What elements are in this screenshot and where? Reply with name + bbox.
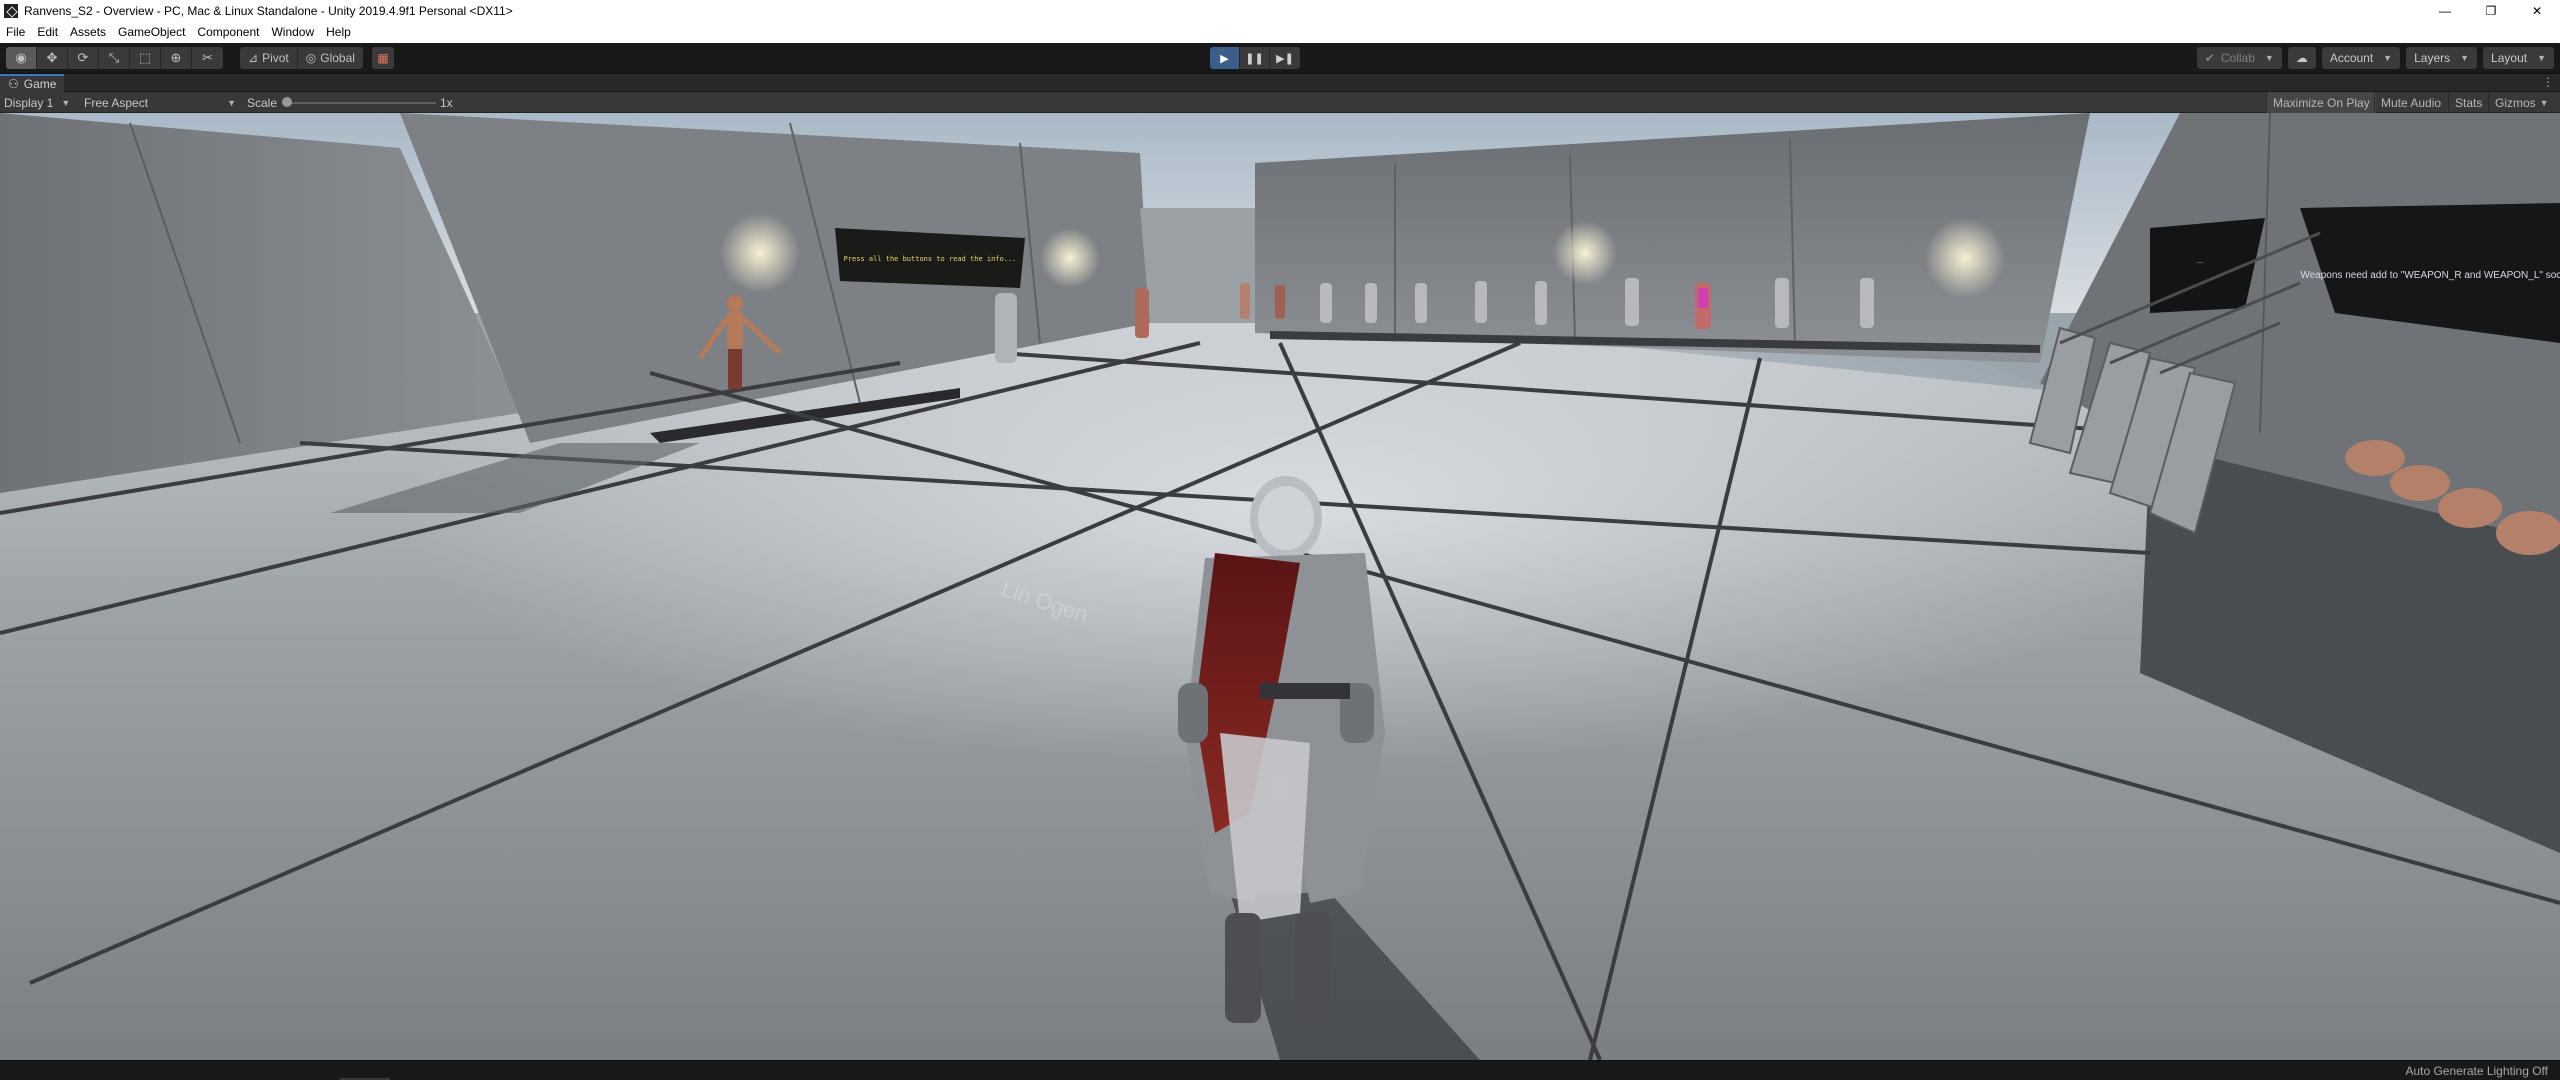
collab-label: Collab [2220, 51, 2255, 65]
pivot-icon: ⊿ [248, 51, 259, 65]
sign-right-text: Weapons need add to "WEAPON_R and WEAPON… [2300, 270, 2560, 281]
scale-slider-track[interactable] [290, 102, 436, 104]
pause-button[interactable]: ❚❚ [1240, 47, 1270, 69]
chevron-down-icon: ▼ [61, 97, 71, 108]
gizmos-dropdown[interactable]: Gizmos ▼ [2488, 92, 2555, 113]
title-bar: Ranvens_S2 - Overview - PC, Mac & Linux … [0, 0, 2560, 21]
scale-tool-button[interactable]: ⤡ [99, 47, 130, 69]
menu-edit[interactable]: Edit [31, 21, 64, 43]
aspect-dropdown[interactable]: Free Aspect ▼ [84, 92, 236, 113]
chevron-down-icon: ▼ [2539, 97, 2549, 108]
menu-bar: File Edit Assets GameObject Component Wi… [0, 21, 2560, 43]
layout-dropdown[interactable]: Layout ▼ [2483, 47, 2554, 69]
cloud-button[interactable]: ☁ [2287, 47, 2316, 69]
tab-game-label: Game [23, 77, 57, 91]
cloud-icon: ☁ [2295, 51, 2308, 65]
game-view-toolbar: Display 1 ▼ Free Aspect ▼ Scale 1x Maxim… [0, 92, 2560, 113]
transform-tool-button[interactable]: ⊕ [161, 47, 192, 69]
move-tool-button[interactable]: ✥ [37, 47, 68, 69]
display-label: Display 1 [4, 95, 54, 110]
grid-icon: ▦ [377, 51, 389, 65]
step-icon: ▶❚ [1276, 52, 1294, 65]
rotate-tool-button[interactable]: ⟳ [68, 47, 99, 69]
tab-game[interactable]: ⚇ Game [0, 74, 65, 92]
menu-window[interactable]: Window [265, 21, 320, 43]
menu-file[interactable]: File [0, 21, 31, 43]
stats-toggle[interactable]: Stats [2448, 92, 2488, 113]
grid-snap-button[interactable]: ▦ [372, 47, 394, 69]
chevron-down-icon: ▼ [227, 97, 236, 108]
menu-component[interactable]: Component [191, 21, 265, 43]
play-button[interactable]: ▶ [1210, 47, 1240, 69]
restore-button[interactable]: ❐ [2468, 0, 2514, 21]
unity-logo-icon [4, 3, 18, 18]
check-icon: ✔ [2204, 51, 2215, 65]
aspect-label: Free Aspect [84, 95, 149, 110]
view-tool-button[interactable]: ◉ [6, 47, 37, 69]
pivot-toggle[interactable]: ⊿ Pivot [240, 47, 298, 69]
scale-slider-handle[interactable] [282, 97, 292, 107]
sign-left: Press all the buttons to read the info..… [835, 228, 1025, 288]
menu-gameobject[interactable]: GameObject [112, 21, 191, 43]
collab-button[interactable]: ✔ Collab ▼ [2196, 47, 2282, 69]
menu-help[interactable]: Help [320, 21, 357, 43]
game-controller-icon: ⚇ [8, 77, 19, 91]
right-toolbar: ✔ Collab ▼ ☁ Account ▼ Layers ▼ Layout ▼ [2196, 47, 2554, 69]
move-icon: ✥ [46, 50, 58, 65]
wrench-icon: ✂ [202, 50, 213, 65]
pivot-group: ⊿ Pivot ◎ Global [240, 47, 363, 69]
account-dropdown[interactable]: Account ▼ [2321, 47, 2401, 69]
display-dropdown[interactable]: Display 1 ▼ [4, 92, 70, 113]
window-controls: — ❐ ✕ [2422, 0, 2560, 21]
gizmos-label: Gizmos [2495, 95, 2536, 110]
scale-label: Scale [247, 95, 278, 110]
menu-assets[interactable]: Assets [64, 21, 112, 43]
step-button[interactable]: ▶❚ [1270, 47, 1300, 69]
pivot-label: Pivot [262, 51, 289, 65]
play-icon: ▶ [1220, 52, 1229, 65]
main-toolbar: ◉ ✥ ⟳ ⤡ ⬚ ⊕ ✂ ⊿ Pivot ◎ Global ▦ ▶ ❚❚ ▶❚… [0, 43, 2560, 74]
play-controls: ▶ ❚❚ ▶❚ [1210, 47, 1300, 69]
global-toggle[interactable]: ◎ Global [297, 47, 363, 69]
pause-icon: ❚❚ [1245, 52, 1264, 65]
scale-value: 1x [440, 95, 453, 110]
transform-icon: ⊕ [170, 50, 182, 65]
window-title: Ranvens_S2 - Overview - PC, Mac & Linux … [24, 3, 513, 18]
chevron-down-icon: ▼ [2264, 53, 2274, 63]
globe-icon: ◎ [305, 51, 317, 65]
account-label: Account [2329, 51, 2374, 65]
transform-tools: ◉ ✥ ⟳ ⤡ ⬚ ⊕ ✂ [6, 47, 223, 69]
global-label: Global [320, 51, 355, 65]
maximize-on-play-toggle[interactable]: Maximize On Play [2266, 92, 2376, 113]
sign-left-text: Press all the buttons to read the info..… [844, 255, 1017, 263]
tab-options-icon[interactable]: ⋮ [2542, 75, 2554, 89]
custom-tool-button[interactable]: ✂ [192, 47, 223, 69]
rotate-icon: ⟳ [77, 50, 89, 65]
game-viewport[interactable]: Press all the buttons to read the info..… [0, 113, 2560, 1060]
eye-icon: ◉ [15, 50, 27, 65]
chevron-down-icon: ▼ [2383, 53, 2393, 63]
game-render: Press all the buttons to read the info..… [0, 113, 2560, 1060]
mute-audio-toggle[interactable]: Mute Audio [2374, 92, 2447, 113]
status-bar: Auto Generate Lighting Off [0, 1060, 2560, 1080]
minimize-button[interactable]: — [2422, 0, 2468, 21]
layers-label: Layers [2414, 51, 2451, 65]
scale-icon: ⤡ [108, 50, 120, 65]
close-button[interactable]: ✕ [2514, 0, 2560, 21]
layers-dropdown[interactable]: Layers ▼ [2406, 47, 2478, 69]
rect-icon: ⬚ [138, 50, 152, 65]
sign-far-right-text: ... [2197, 256, 2204, 265]
tab-bar: ⚇ Game ⋮ [0, 74, 2560, 92]
chevron-down-icon: ▼ [2537, 53, 2546, 63]
chevron-down-icon: ▼ [2460, 53, 2470, 63]
rect-tool-button[interactable]: ⬚ [130, 47, 161, 69]
layout-label: Layout [2491, 51, 2528, 65]
lighting-status: Auto Generate Lighting Off [2405, 1064, 2548, 1078]
